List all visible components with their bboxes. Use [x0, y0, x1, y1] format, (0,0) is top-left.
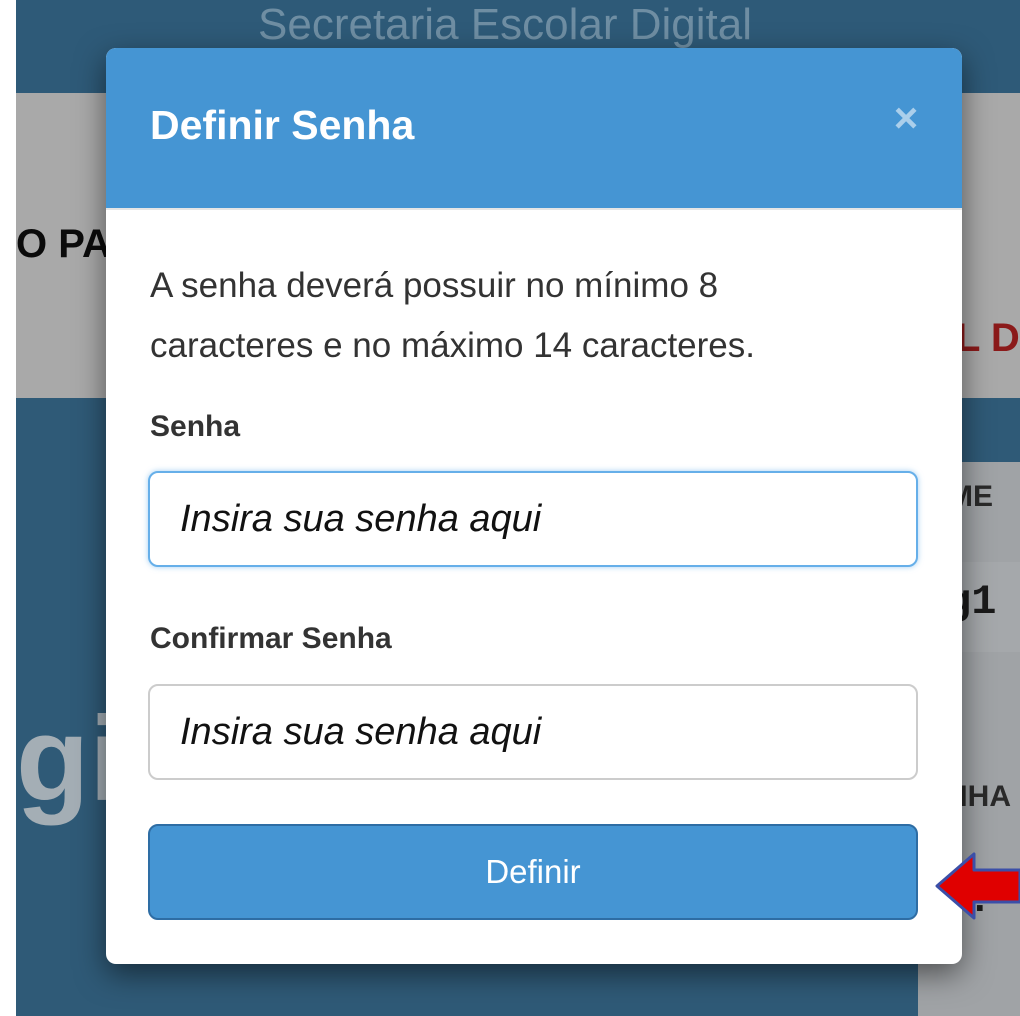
confirm-password-label: Confirmar Senha [150, 622, 392, 655]
red-arrow-icon [935, 852, 1020, 920]
define-password-modal: Definir Senha × A senha deverá possuir n… [106, 48, 962, 964]
background-text-fragment: L D [956, 316, 1020, 360]
modal-header: Definir Senha × [106, 48, 962, 210]
define-button[interactable]: Definir [148, 824, 918, 920]
confirm-password-input[interactable] [148, 684, 918, 780]
modal-title: Definir Senha [150, 102, 415, 148]
password-rules-text: A senha deverá possuir no mínimo 8 carac… [150, 266, 755, 365]
password-label: Senha [150, 410, 241, 443]
screenshot-stage: Secretaria Escolar Digital O PA L D ME g… [0, 0, 1020, 1016]
background-text-fragment: O PA [16, 222, 111, 266]
close-icon[interactable]: × [886, 96, 926, 140]
password-input[interactable] [148, 471, 918, 567]
